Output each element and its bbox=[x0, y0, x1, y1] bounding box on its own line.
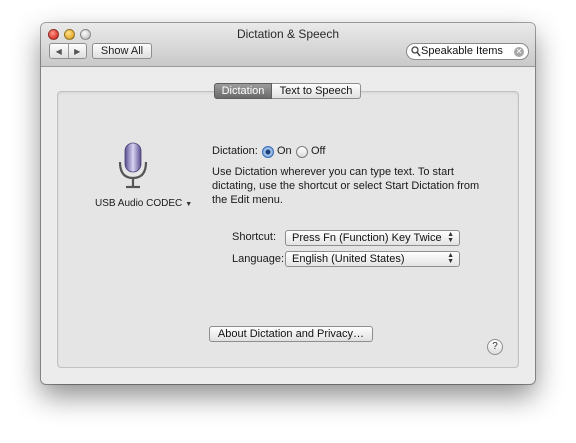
search-icon bbox=[411, 46, 421, 57]
dictation-label: Dictation: bbox=[212, 145, 258, 157]
shortcut-popup[interactable]: Press Fn (Function) Key Twice ▲ ▼ bbox=[285, 230, 460, 246]
help-button[interactable]: ? bbox=[487, 339, 503, 355]
dictation-on-label[interactable]: On bbox=[277, 145, 292, 157]
forward-arrow-icon: ▶ bbox=[74, 46, 81, 56]
dictation-off-radio[interactable] bbox=[296, 146, 308, 158]
about-dictation-privacy-button[interactable]: About Dictation and Privacy… bbox=[209, 326, 373, 342]
forward-button[interactable]: ▶ bbox=[67, 44, 87, 58]
search-input[interactable]: Speakable Items bbox=[421, 45, 503, 57]
audio-source-label: USB Audio CODEC bbox=[95, 198, 183, 209]
dictation-on-radio[interactable] bbox=[262, 146, 274, 158]
dictation-off-label[interactable]: Off bbox=[311, 145, 325, 157]
microphone-icon bbox=[118, 142, 148, 189]
language-value: English (United States) bbox=[292, 253, 405, 265]
chevron-down-icon: ▼ bbox=[185, 201, 193, 208]
popup-arrows-icon: ▲ ▼ bbox=[447, 231, 454, 244]
language-popup[interactable]: English (United States) ▲ ▼ bbox=[285, 251, 460, 267]
preferences-window: Dictation & Speech ◀ ▶ Show All Speakabl… bbox=[41, 23, 535, 384]
title-bar[interactable]: Dictation & Speech ◀ ▶ Show All Speakabl… bbox=[41, 23, 535, 67]
language-label: Language: bbox=[232, 253, 284, 265]
tab-bar: Dictation Text to Speech bbox=[214, 83, 361, 99]
back-button[interactable]: ◀ bbox=[50, 44, 68, 58]
tab-text-to-speech[interactable]: Text to Speech bbox=[272, 83, 361, 99]
shortcut-label: Shortcut: bbox=[232, 231, 277, 243]
popup-arrows-icon: ▲ ▼ bbox=[447, 252, 454, 265]
clear-search-icon[interactable]: ✕ bbox=[514, 47, 524, 57]
audio-source-popup[interactable]: USB Audio CODEC ▼ bbox=[95, 198, 192, 209]
window-title: Dictation & Speech bbox=[236, 27, 340, 41]
show-all-button[interactable]: Show All bbox=[92, 43, 152, 59]
back-forward-control: ◀ ▶ bbox=[49, 43, 87, 59]
back-arrow-icon: ◀ bbox=[55, 46, 62, 56]
search-field[interactable]: Speakable Items ✕ bbox=[406, 43, 529, 60]
dictation-description: Use Dictation wherever you can type text… bbox=[212, 166, 480, 206]
tab-dictation[interactable]: Dictation bbox=[214, 83, 272, 99]
shortcut-value: Press Fn (Function) Key Twice bbox=[292, 232, 442, 244]
